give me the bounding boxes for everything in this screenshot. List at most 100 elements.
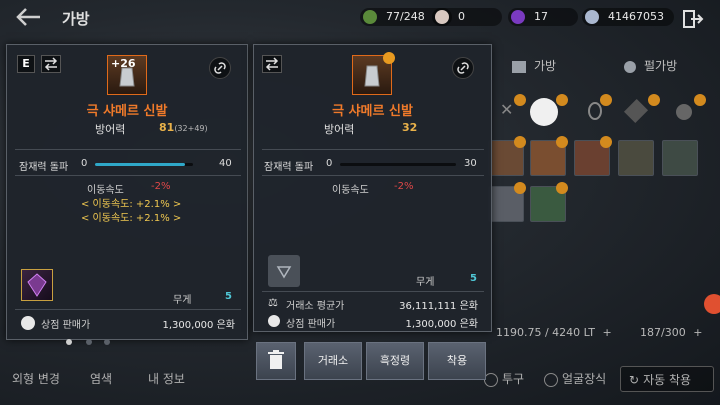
my-info-button[interactable]: 내 정보 [148,366,185,392]
weight-value: 77/248 [386,10,425,23]
appearance-change-label: 외형 변경 [12,372,60,386]
top-bar: 가방 77/248 0 17 41467053 [0,0,720,36]
auto-equip-button[interactable]: ↻ 자동 착용 [620,366,714,392]
divider [262,175,484,176]
inventory-slot[interactable] [618,140,654,176]
compare-item-panel: 극 샤메르 신발 방어력 32 잠재력 돌파 0 30 이동속도 -2% 무게 … [253,44,492,332]
black-spirit-button[interactable]: 흑정령 [366,342,424,380]
defense-label: 방어력 [95,123,126,136]
market-price-value: 36,111,111 은화 [399,301,478,312]
shop-price-value: 1,300,000 은화 [405,319,478,330]
effect-move-speed-label: 이동속도 [332,185,369,196]
swap-icon[interactable] [262,55,282,73]
armor-category-icon[interactable] [530,98,558,126]
effect-move-speed-value: -2% [151,181,171,192]
divider [15,309,241,310]
pearl-currency: 0 [432,8,502,26]
potential-bar-fill [95,163,186,166]
page-indicator-dot[interactable] [104,339,110,345]
misc-category-icon[interactable] [676,104,692,120]
exit-icon[interactable] [682,8,704,30]
my-info-label: 내 정보 [148,372,185,386]
boots-icon [119,67,135,87]
check-circle-icon [484,372,498,387]
divider [262,291,484,292]
helmet-toggle[interactable]: 투구 [484,366,524,392]
notification-badge [600,94,612,106]
potential-label: 잠재력 돌파 [19,162,69,173]
bag-icon [512,60,526,73]
effect-move-speed-value: -2% [394,181,414,192]
silver-currency: 41467053 [582,8,674,26]
shop-price-value: 1,300,000 은화 [162,320,235,331]
trash-icon [268,350,284,369]
shard-value: 17 [534,10,548,23]
inventory-slots: 187/300 + [640,326,702,339]
notification-badge [556,182,568,194]
appearance-change-button[interactable]: 외형 변경 [12,366,60,392]
notification-badge [694,94,706,106]
swap-icon[interactable] [41,55,61,73]
back-arrow-icon[interactable] [14,6,42,28]
face-accessory-toggle[interactable]: 얼굴장식 [544,366,606,392]
inventory-slots-text: 187/300 [640,326,686,339]
potential-min: 0 [81,158,88,169]
item-name: 극 샤메르 신발 [86,104,168,119]
plus-icon[interactable]: + [603,326,612,339]
face-accessory-label: 얼굴장식 [562,372,607,386]
inventory-slot[interactable] [662,140,698,176]
page-title: 가방 [62,10,90,28]
shop-price-label: 상점 판매가 [286,319,336,330]
notification-badge [556,136,568,148]
empty-crystal-slot-icon[interactable] [268,255,300,287]
effect-move-speed-label: 이동속도 [87,185,124,196]
check-circle-icon [544,372,558,387]
weight-value: 5 [470,273,477,284]
set-effect-line: < 이동속도: +2.1% > [81,199,182,210]
plus-icon[interactable]: + [693,326,702,339]
notification-badge [514,182,526,194]
notification-badge [514,136,526,148]
silver-value: 41467053 [608,10,664,23]
divider [15,149,241,150]
potential-bar [340,163,456,166]
tab-bag[interactable]: 가방 [512,46,556,86]
link-icon [214,62,226,74]
alert-badge-icon [383,52,395,64]
equip-button[interactable]: 착용 [428,342,486,380]
defense-label: 방어력 [324,123,355,136]
link-button[interactable] [452,57,474,79]
link-button[interactable] [209,57,231,79]
refresh-icon: ↻ [629,373,640,387]
defense-number: 81 [159,121,175,134]
equipped-badge: E [17,55,35,73]
market-price-label: 거래소 평균가 [286,301,345,312]
crystal-slot-icon[interactable] [21,269,53,301]
helmet-toggle-label: 투구 [502,372,525,386]
item-name: 극 샤메르 신발 [332,104,413,119]
defense-value: 81(32+49) [159,121,208,134]
market-button[interactable]: 거래소 [304,342,362,380]
potential-max: 30 [464,158,477,169]
tab-pearl-bag[interactable]: 펄가방 [624,46,677,86]
inventory-weight-text: 1190.75 / 4240 LT [496,326,596,339]
potential-bar [95,163,193,166]
shop-price-label: 상점 판매가 [41,320,91,331]
notification-badge [648,94,660,106]
equip-button-label: 착용 [446,354,468,367]
inventory-tabs: 가방 펄가방 [498,46,720,86]
silver-icon [585,10,599,24]
black-spirit-button-label: 흑정령 [379,354,411,367]
link-icon [457,62,469,74]
floating-action-icon[interactable] [704,294,720,314]
accessory-category-icon[interactable] [588,102,602,120]
inventory-weight: 1190.75 / 4240 LT + [496,326,612,339]
tab-pearl-bag-label: 펄가방 [644,59,678,73]
page-indicator-dot[interactable] [86,339,92,345]
dye-button[interactable]: 염색 [90,366,112,392]
item-icon: +26 [107,55,147,95]
weight-label: 무게 [416,277,435,288]
page-indicator-dot[interactable] [66,339,72,345]
defense-value: 32 [402,121,418,134]
discard-button[interactable] [256,342,296,380]
